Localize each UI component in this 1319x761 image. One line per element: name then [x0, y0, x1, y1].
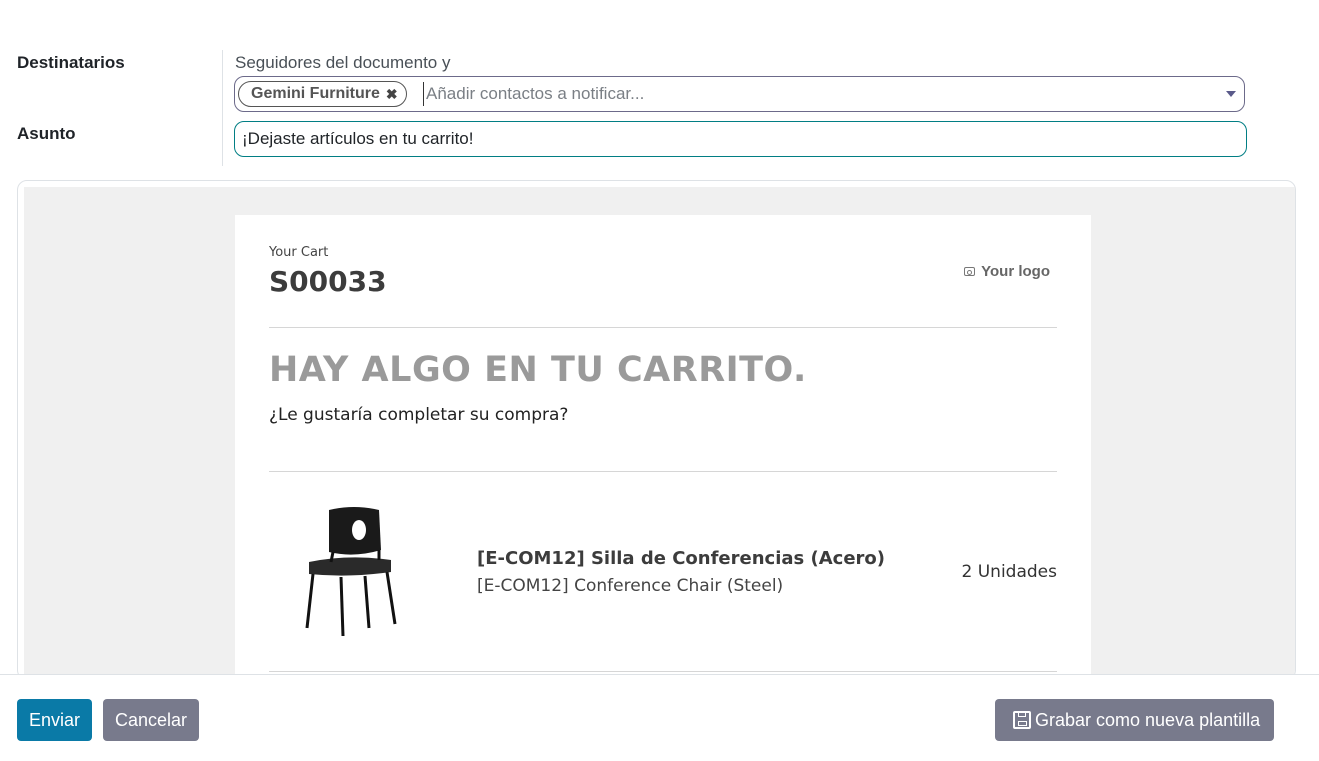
order-reference: S00033 — [269, 265, 387, 298]
product-name: [E-COM12] Silla de Conferencias (Acero) — [477, 548, 886, 569]
footer-bar: Enviar Cancelar Grabar como nueva planti… — [0, 674, 1319, 761]
editor-background: Your Cart S00033 Your logo HAY ALGO EN T… — [24, 187, 1295, 679]
field-divider — [222, 50, 223, 166]
subject-input[interactable] — [234, 121, 1247, 157]
divider — [269, 671, 1057, 672]
logo-placeholder[interactable]: Your logo — [964, 263, 1050, 280]
camera-icon — [964, 267, 976, 276]
recipients-input[interactable] — [423, 82, 1216, 106]
divider — [269, 471, 1057, 472]
email-body[interactable]: Your Cart S00033 Your logo HAY ALGO EN T… — [235, 215, 1091, 679]
product-quantity: 2 Unidades — [961, 562, 1057, 582]
product-image — [305, 507, 397, 637]
email-question: ¿Le gustaría completar su compra? — [269, 405, 569, 425]
send-button[interactable]: Enviar — [17, 699, 93, 741]
recipients-label: Destinatarios — [17, 53, 125, 72]
recipient-tag: Gemini Furniture ✖ — [238, 81, 407, 107]
subject-label: Asunto — [17, 124, 76, 143]
save-template-button[interactable]: Grabar como nueva plantilla — [995, 699, 1275, 741]
email-headline: HAY ALGO EN TU CARRITO. — [269, 350, 807, 390]
cart-label: Your Cart — [269, 245, 329, 260]
logo-text: Your logo — [981, 263, 1050, 280]
recipient-tag-label: Gemini Furniture — [251, 85, 380, 102]
save-template-label: Grabar como nueva plantilla — [1035, 709, 1261, 730]
remove-tag-icon[interactable]: ✖ — [386, 86, 398, 103]
followers-text: Seguidores del documento y — [235, 53, 451, 72]
product-description: [E-COM12] Conference Chair (Steel) — [477, 576, 784, 596]
floppy-disk-icon — [1013, 711, 1031, 729]
chevron-down-icon[interactable] — [1226, 91, 1236, 97]
email-editor[interactable]: Your Cart S00033 Your logo HAY ALGO EN T… — [17, 180, 1296, 680]
recipients-field[interactable]: Gemini Furniture ✖ — [234, 76, 1245, 112]
cancel-button[interactable]: Cancelar — [103, 699, 200, 741]
divider — [269, 327, 1057, 328]
composer-form: Destinatarios Asunto Seguidores del docu… — [0, 0, 1319, 180]
